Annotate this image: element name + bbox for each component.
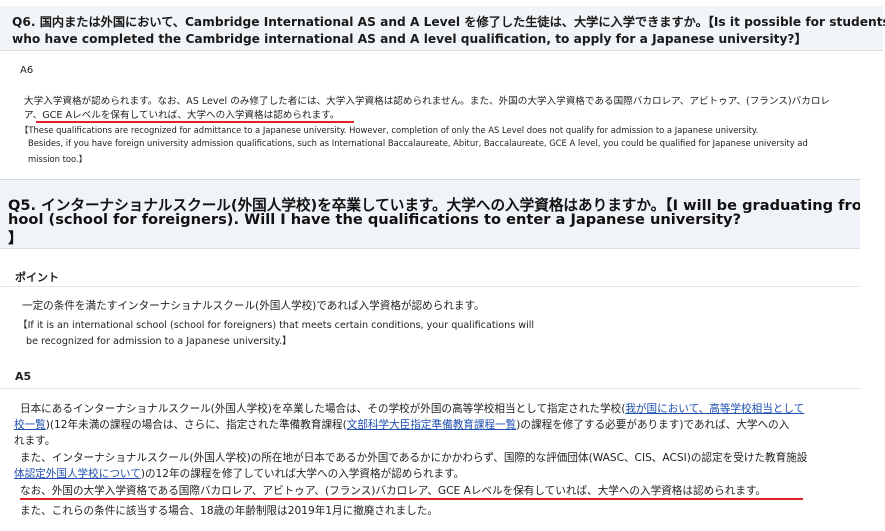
a6-jp-line-2: ア、GCE Aレベルを保有していれば、大学への入学資格は認められます。 — [24, 110, 340, 121]
q6-title-bar: Q6. 国内または外国において、Cambridge International … — [0, 6, 885, 51]
a5-line-2-text-a: )(12年未満の課程の場合は、さらに、指定された準備教育課程( — [45, 419, 347, 431]
point-label: ポイント — [15, 271, 59, 284]
a5-line-5: 体認定外国人学校について)の12年の課程を修了していれば大学への入学資格が認めら… — [14, 466, 464, 481]
q5-title-line-3: 】 — [8, 230, 23, 247]
a6-en-line-3: mission too.】 — [28, 154, 88, 164]
a5-line-7: また、これらの条件に該当する場合、18歳の年齢制限は2019年1月に撤廃されまし… — [20, 505, 438, 517]
q5-title-bar: Q5. インターナショナルスクール(外国人学校)を卒業しています。大学への入学資… — [0, 180, 860, 249]
q5-title-line-2: hool (school for foreigners). Will I hav… — [8, 211, 742, 228]
a6-label: A6 — [20, 65, 34, 76]
a6-en-line-2: Besides, if you have foreign university … — [28, 138, 808, 148]
school-list-link[interactable]: 校一覧 — [14, 419, 46, 431]
a6-highlight-underline — [36, 121, 354, 123]
q6-panel: Q6. 国内または外国において、Cambridge International … — [0, 0, 885, 176]
a5-line-2: 校一覧)(12年未満の課程の場合は、さらに、指定された準備教育課程(文部科学大臣… — [14, 417, 789, 432]
a5-line-3: れます。 — [14, 435, 56, 447]
a5-line-1-text: 日本にあるインターナショナルスクール(外国人学校)を卒業した場合は、その学校が外… — [20, 403, 626, 415]
a5-separator — [0, 388, 860, 389]
q6-title-line-2: who have completed the Cambridge interna… — [12, 32, 807, 46]
point-jp-text: 一定の条件を満たすインターナショナルスクール(外国人学校)であれば入学資格が認め… — [22, 300, 485, 312]
q5-panel: Q5. インターナショナルスクール(外国人学校)を卒業しています。大学への入学資… — [0, 179, 860, 531]
high-school-equivalent-link[interactable]: 我が国において、高等学校相当として — [625, 403, 804, 415]
a5-line-6: なお、外国の大学入学資格である国際バカロレア、アビトゥア、(フランス)バカロレア… — [20, 485, 767, 497]
prep-course-list-link[interactable]: 文部科学大臣指定準備教育課程一覧 — [347, 419, 517, 431]
point-separator — [0, 286, 860, 287]
a6-en-line-1: 【These qualifications are recognized for… — [20, 125, 759, 135]
q6-title-line-1: Q6. 国内または外国において、Cambridge International … — [12, 15, 885, 29]
a5-line-5-text: )の12年の課程を修了していれば大学への入学資格が認められます。 — [140, 468, 465, 480]
a5-highlight-underline — [20, 498, 803, 500]
a5-line-4: また、インターナショナルスクール(外国人学校)の所在地が日本であるか外国であるか… — [20, 452, 808, 464]
a5-line-2-text-b: )の課程を修了する必要があります)であれば、大学への入 — [516, 419, 790, 431]
point-en-line-2: be recognized for admission to a Japanes… — [26, 336, 292, 347]
a6-jp-line-1: 大学入学資格が認められます。なお、AS Level のみ修了した者には、大学入学… — [24, 96, 831, 107]
a5-label: A5 — [15, 370, 32, 383]
accredited-school-link[interactable]: 体認定外国人学校について — [14, 468, 141, 480]
point-en-line-1: 【If it is an international school (schoo… — [18, 320, 535, 331]
a5-line-1: 日本にあるインターナショナルスクール(外国人学校)を卒業した場合は、その学校が外… — [20, 401, 804, 416]
